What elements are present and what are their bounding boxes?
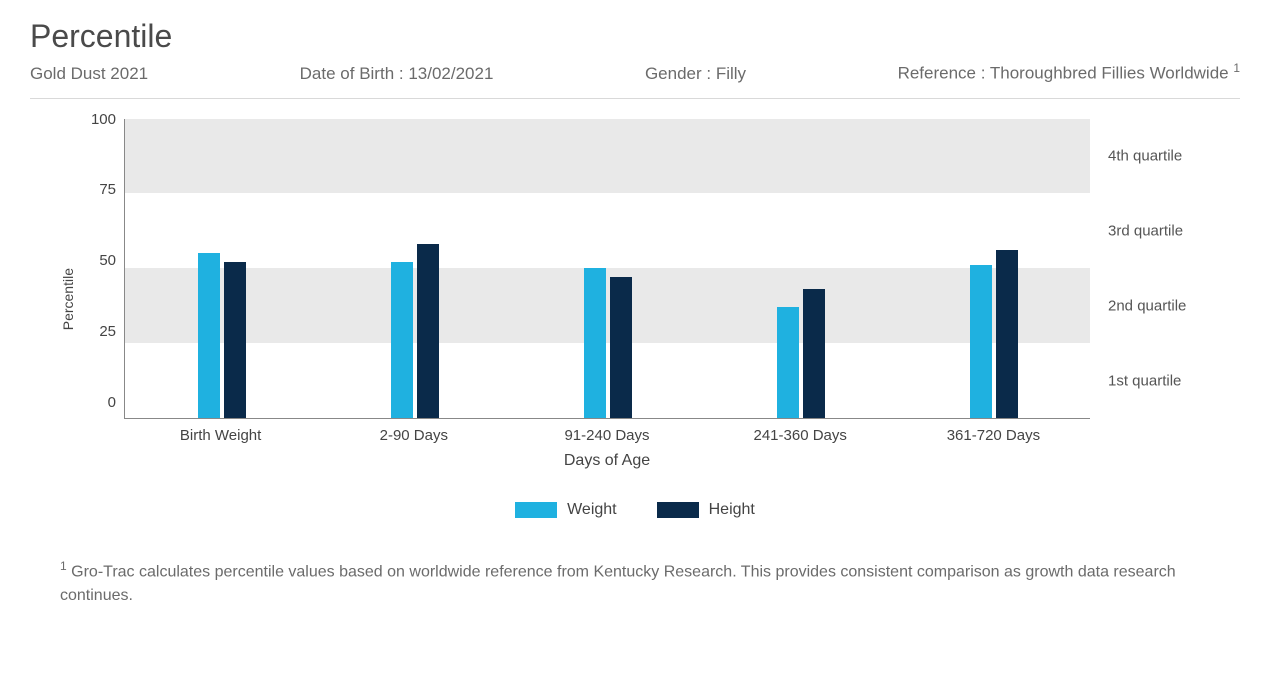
quartile-label: 4th quartile: [1108, 148, 1182, 165]
y-tick: 50: [99, 252, 116, 269]
footnote-sup: 1: [60, 559, 67, 573]
reference-sup: 1: [1233, 61, 1240, 75]
footnote-text: Gro-Trac calculates percentile values ba…: [60, 563, 1176, 604]
dob-label: Date of Birth :: [300, 64, 404, 83]
percentile-chart: Percentile 100 75 50 25 0 4th quartile3r…: [60, 119, 1210, 479]
y-ticks: 100 75 50 25 0: [84, 111, 124, 411]
y-tick: 0: [108, 394, 116, 411]
reference: Reference : Thoroughbred Fillies Worldwi…: [898, 61, 1240, 84]
dob-value: 13/02/2021: [408, 64, 493, 83]
quartile-label: 3rd quartile: [1108, 223, 1183, 240]
bar-group: [704, 119, 897, 418]
y-tick: 100: [91, 111, 116, 128]
chart-area: Percentile 100 75 50 25 0 4th quartile3r…: [30, 119, 1240, 519]
bar-height: [224, 262, 246, 417]
swatch-weight: [515, 502, 557, 518]
bar-weight: [391, 262, 413, 417]
y-axis-label: Percentile: [60, 268, 76, 330]
y-tick: 25: [99, 323, 116, 340]
x-ticks: Birth Weight2-90 Days91-240 Days241-360 …: [124, 419, 1090, 444]
bar-groups: [125, 119, 1090, 418]
swatch-height: [657, 502, 699, 518]
bar-height: [610, 277, 632, 418]
legend-label: Height: [709, 501, 755, 519]
reference-value: Thoroughbred Fillies Worldwide: [990, 64, 1229, 83]
bar-group: [125, 119, 318, 418]
x-tick: 361-720 Days: [897, 419, 1090, 444]
x-axis-label: Days of Age: [124, 452, 1090, 470]
x-tick: 241-360 Days: [704, 419, 897, 444]
quartile-label: 2nd quartile: [1108, 298, 1186, 315]
legend-label: Weight: [567, 501, 617, 519]
quartile-label: 1st quartile: [1108, 373, 1181, 390]
bar-weight: [970, 265, 992, 417]
horse-name: Gold Dust 2021: [30, 64, 148, 84]
bar-weight: [584, 268, 606, 418]
x-tick: Birth Weight: [124, 419, 317, 444]
bar-height: [417, 244, 439, 417]
footnote: 1 Gro-Trac calculates percentile values …: [30, 557, 1240, 608]
bar-weight: [198, 253, 220, 417]
bar-weight: [777, 307, 799, 418]
legend-item-weight: Weight: [515, 501, 617, 519]
bar-group: [318, 119, 511, 418]
gender: Gender : Filly: [645, 64, 746, 84]
legend-item-height: Height: [657, 501, 755, 519]
quartile-labels: 4th quartile 3rd quartile 2nd quartile 1st …: [1090, 119, 1210, 419]
x-tick: 91-240 Days: [510, 419, 703, 444]
bar-group: [897, 119, 1090, 418]
plot-area: 4th quartile3rd quartile2nd quartile1st …: [124, 119, 1090, 419]
bar-group: [511, 119, 704, 418]
dob: Date of Birth : 13/02/2021: [300, 64, 494, 84]
legend: Weight Height: [60, 501, 1210, 519]
x-tick: 2-90 Days: [317, 419, 510, 444]
bar-height: [996, 250, 1018, 417]
gender-label: Gender :: [645, 64, 711, 83]
y-tick: 75: [99, 181, 116, 198]
gender-value: Filly: [716, 64, 746, 83]
report: Percentile Gold Dust 2021 Date of Birth …: [0, 0, 1270, 628]
bar-height: [803, 289, 825, 418]
meta-row: Gold Dust 2021 Date of Birth : 13/02/202…: [30, 61, 1240, 99]
reference-label: Reference :: [898, 64, 986, 83]
page-title: Percentile: [30, 18, 1240, 55]
